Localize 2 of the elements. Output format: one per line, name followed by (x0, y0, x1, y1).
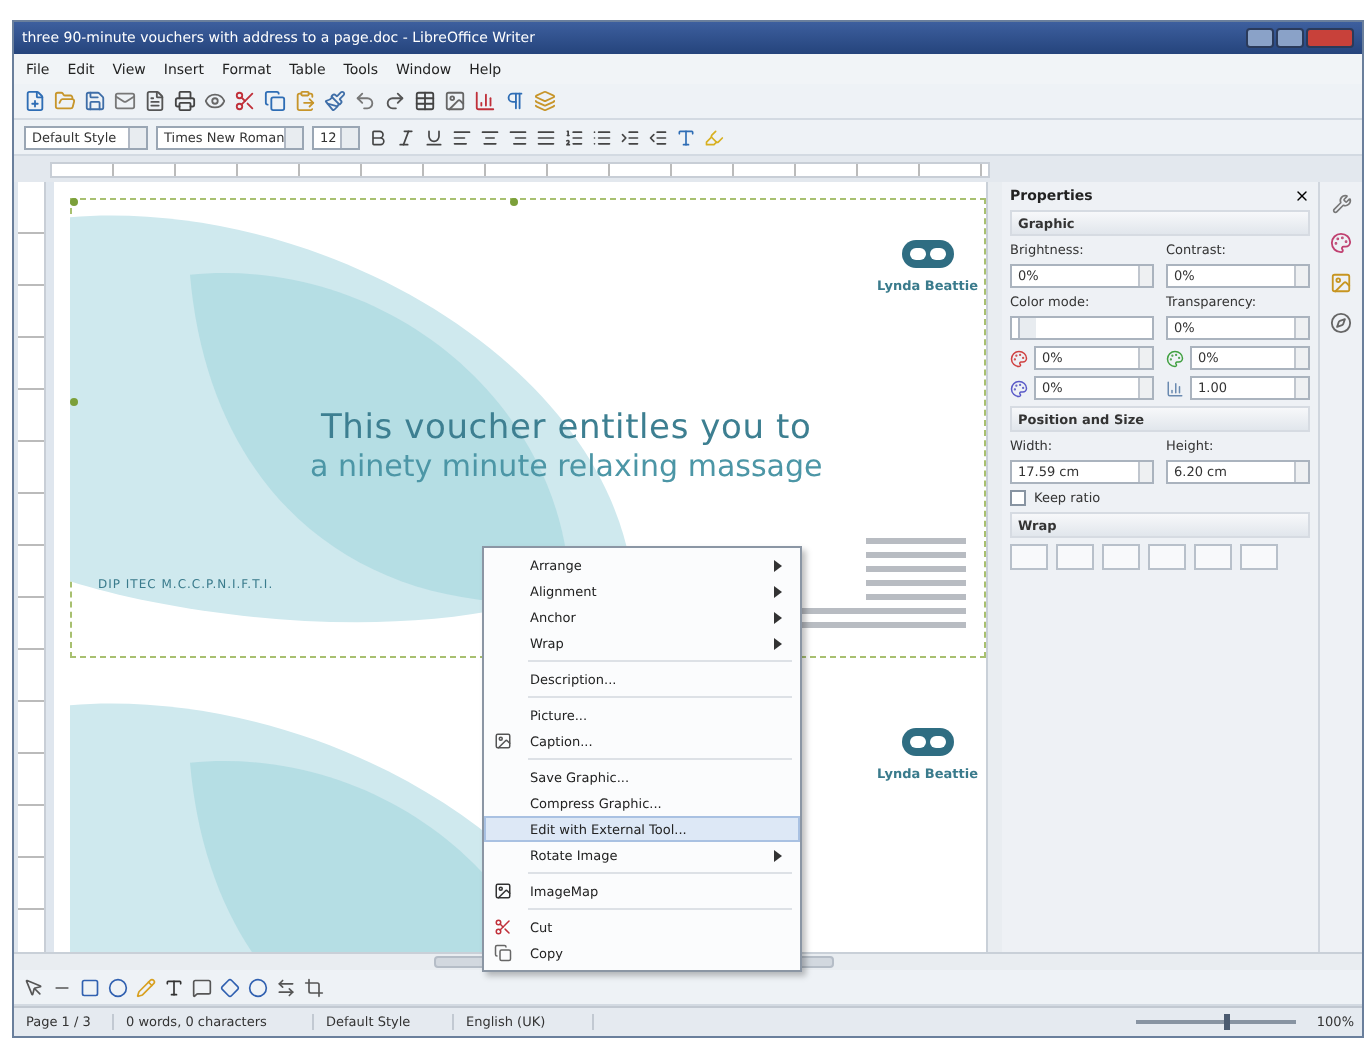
voucher-subline: a ninety minute relaxing massage (310, 448, 823, 484)
voucher-headline: This voucher entitles you to (321, 408, 812, 448)
